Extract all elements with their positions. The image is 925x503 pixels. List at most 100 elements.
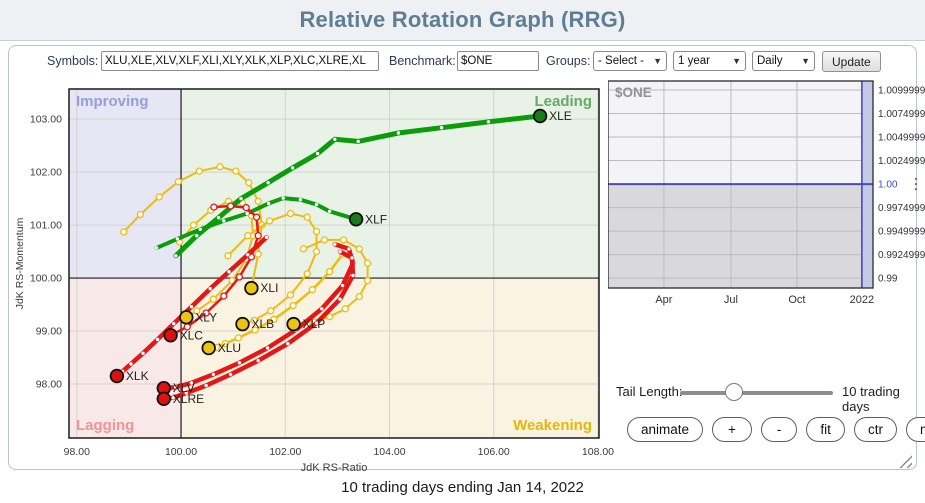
fit-button[interactable]: fit [806,417,845,442]
trail-marker [191,222,197,228]
tail-length-row: Tail Length: 10 trading days [9,380,916,404]
endpoint-XLY[interactable] [180,311,193,324]
trail-marker [365,278,371,284]
benchmark-input[interactable] [457,51,539,71]
rrg-panel: Symbols: Benchmark: Groups: - Select - ▼… [8,45,917,470]
trail-marker [397,131,400,134]
bench-y-tick-label: 1.00 [878,180,898,191]
trail-marker [217,216,220,219]
bench-y-tick-label: 1.0099999 [878,86,925,97]
y-tick-label: 102.00 [30,167,62,179]
tail-length-label: Tail Length: [616,384,683,399]
symbols-input[interactable] [101,51,379,71]
trail-marker [328,210,331,213]
groups-label: Groups: [546,54,590,68]
trail-marker [246,180,252,186]
trail-marker [225,253,231,259]
quadrant-label-leading: Leading [534,93,592,110]
trail-marker [338,250,341,253]
trail-marker [304,214,310,220]
trail-marker [356,246,362,252]
endpoint-XLE[interactable] [534,110,547,123]
chevron-down-icon: ▼ [796,56,810,66]
bench-y-tick-label: 1.0074999 [878,109,925,120]
endpoint-XLC[interactable] [164,329,177,342]
benchmark-chart[interactable]: $ONE1.00999991.00749991.00499991.0024999… [608,79,925,315]
trail-marker [211,204,217,210]
max-button[interactable]: max [906,417,925,442]
y-tick-label: 101.00 [30,220,62,232]
bench-x-tick-label: Jul [724,294,738,306]
groups-select[interactable]: - Select - ▼ [593,51,667,71]
trail-marker [195,234,198,237]
rrg-page: Relative Rotation Graph (RRG) Symbols: B… [0,0,925,503]
update-button[interactable]: Update [822,51,881,72]
trail-marker [141,352,144,355]
groups-select-value: - Select - [598,55,644,67]
y-tick-label: 99.00 [36,326,62,338]
quadrant-label-weakening: Weakening [513,417,592,434]
trail-marker [357,140,360,143]
trail-marker [217,164,223,170]
trail-marker [315,203,318,206]
animate-button[interactable]: animate [627,417,703,442]
frequency-select[interactable]: Daily ▼ [752,51,815,71]
drag-handle-icon[interactable] [915,183,917,185]
trail-marker [175,179,181,185]
zoom-in-button[interactable]: + [712,417,752,442]
slider-handle[interactable] [725,383,743,401]
trail-marker [487,120,490,123]
trail-marker [267,202,270,205]
chevron-down-icon: ▼ [727,56,741,66]
x-axis-title: JdK RS-Ratio [301,462,368,474]
trail-marker [257,359,260,362]
trail-marker [238,361,241,364]
quadrant-improving [69,89,181,278]
benchmark-label: Benchmark: [389,54,456,68]
trail-marker [255,233,261,239]
endpoint-XLB[interactable] [236,318,249,331]
trail-marker [246,212,249,215]
endpoint-XLI[interactable] [245,282,258,295]
symbol-label-XLE: XLE [549,109,572,123]
symbols-label: Symbols: [47,54,98,68]
endpoint-XLF[interactable] [350,213,363,226]
trail-marker [174,254,177,257]
trail-marker [268,308,274,314]
trail-marker [347,247,350,250]
trail-marker [282,196,285,199]
trail-marker [338,298,341,301]
ctr-button[interactable]: ctr [854,417,897,442]
trail-marker [121,229,127,235]
tail-length-slider[interactable] [680,380,833,404]
trail-marker [245,233,251,239]
rrg-chart[interactable]: XLIXLYXLBXLPXLUXLEXLFXLCXLKXLVXLREImprov… [11,81,621,481]
trail-marker [196,168,202,174]
trail-marker [255,251,261,257]
slider-track[interactable] [680,391,833,395]
drag-handle-icon[interactable] [915,178,917,180]
trail-marker [288,292,294,298]
resize-handle-icon[interactable] [898,455,912,468]
trail-marker [304,271,310,277]
page-title: Relative Rotation Graph (RRG) [299,7,625,33]
zoom-out-button[interactable]: - [761,417,798,442]
y-axis-title: JdK RS-Momentum [14,217,26,309]
endpoint-XLU[interactable] [202,342,215,355]
symbol-label-XLB: XLB [252,317,275,331]
trail-marker [333,243,336,246]
drag-handle-icon[interactable] [915,188,917,190]
trail-marker [254,214,260,220]
trail-marker [301,246,307,252]
benchmark-symbol-label: $ONE [615,85,652,100]
trail-marker [291,166,294,169]
trail-marker [265,236,268,239]
bench-y-tick-label: 0.9974999 [878,203,925,214]
trail-marker [227,270,230,273]
period-select[interactable]: 1 year ▼ [673,51,746,71]
endpoint-XLP[interactable] [287,318,300,331]
tail-length-value: 10 trading days [842,384,916,414]
trail-marker [221,293,227,299]
title-bar: Relative Rotation Graph (RRG) [0,0,925,41]
trail-marker [356,294,362,300]
